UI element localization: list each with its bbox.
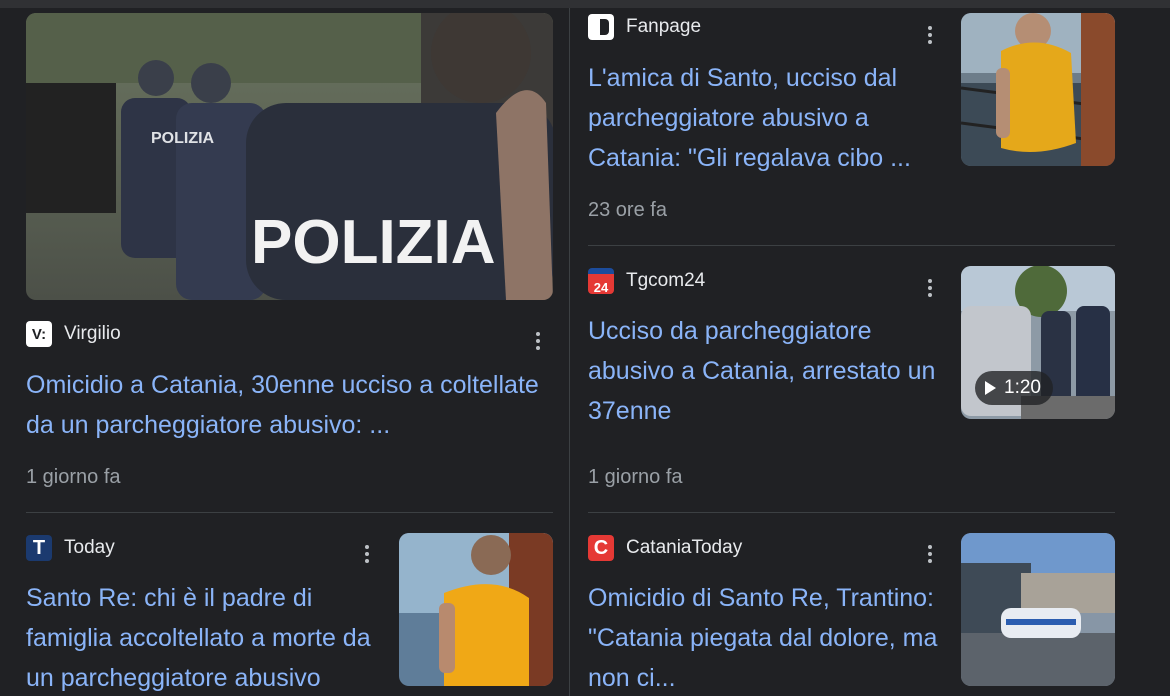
source-tgcom24[interactable]: 24 Tgcom24 (588, 268, 705, 294)
thumb-text: POLIZIA (251, 208, 496, 277)
article-time: 23 ore fa (588, 199, 667, 221)
source-name: Today (64, 537, 115, 558)
more-vert-icon[interactable] (526, 327, 550, 355)
virgilio-logo-icon: V: (26, 321, 52, 347)
more-vert-icon[interactable] (918, 540, 942, 568)
article-thumbnail-tgcom24[interactable]: 1:20 (961, 266, 1115, 419)
source-name: Fanpage (626, 16, 702, 37)
play-icon (985, 381, 996, 395)
column-divider (569, 8, 570, 696)
article-headline[interactable]: Santo Re: chi è il padre di famiglia acc… (26, 578, 386, 696)
article-thumbnail-virgilio[interactable]: POLIZIA POLIZIA (26, 13, 553, 300)
row-divider (588, 512, 1115, 513)
row-divider (26, 512, 553, 513)
cataniatoday-logo-icon: C (588, 535, 614, 561)
source-cataniatoday[interactable]: C CataniaToday (588, 535, 742, 561)
row-divider (588, 245, 1115, 246)
thumb-text-small: POLIZIA (151, 130, 215, 147)
source-name: Virgilio (64, 323, 121, 344)
source-today[interactable]: T Today (26, 535, 115, 561)
video-duration-badge: 1:20 (975, 371, 1053, 405)
article-time: 1 giorno fa (26, 466, 121, 488)
source-name: CataniaToday (626, 537, 743, 558)
video-duration: 1:20 (1004, 377, 1041, 398)
source-name: Tgcom24 (626, 270, 706, 291)
more-vert-icon[interactable] (918, 274, 942, 302)
source-fanpage[interactable]: Fanpage (588, 14, 701, 40)
article-headline[interactable]: Omicidio a Catania, 30enne ucciso a colt… (26, 365, 553, 445)
more-vert-icon[interactable] (918, 21, 942, 49)
top-bar (0, 0, 1170, 8)
article-time: 1 giorno fa (588, 466, 683, 488)
article-thumbnail-fanpage[interactable] (961, 13, 1115, 166)
article-headline[interactable]: Omicidio di Santo Re, Trantino: "Catania… (588, 578, 943, 696)
article-thumbnail-today[interactable] (399, 533, 553, 686)
article-headline[interactable]: Ucciso da parcheggiatore abusivo a Catan… (588, 311, 943, 431)
today-logo-icon: T (26, 535, 52, 561)
source-virgilio[interactable]: V: Virgilio (26, 321, 121, 347)
tgcom24-logo-icon: 24 (588, 268, 614, 294)
article-headline[interactable]: L'amica di Santo, ucciso dal parcheggiat… (588, 58, 943, 178)
fanpage-logo-icon (588, 14, 614, 40)
more-vert-icon[interactable] (355, 540, 379, 568)
article-thumbnail-cataniatoday[interactable] (961, 533, 1115, 686)
